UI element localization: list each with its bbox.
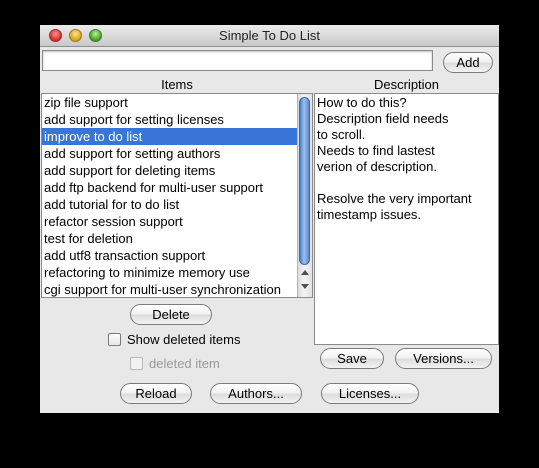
show-deleted-label: Show deleted items [127,332,241,347]
add-button[interactable]: Add [443,52,493,73]
scroll-down-arrow-icon[interactable] [301,284,309,289]
list-item[interactable]: add ftp backend for multi-user support [42,179,312,196]
deleted-item-label: deleted item [149,356,220,371]
title-bar[interactable]: Simple To Do List [40,25,499,47]
list-item[interactable]: add support for setting licenses [42,111,312,128]
list-item[interactable]: add support for setting authors [42,145,312,162]
list-item[interactable]: cgi support for multi-user synchronizati… [42,281,312,297]
list-item[interactable]: refactor session support [42,213,312,230]
licenses-button[interactable]: Licenses... [321,383,419,404]
scroll-up-arrow-icon[interactable] [301,270,309,275]
reload-button[interactable]: Reload [120,383,192,404]
list-item[interactable]: test for deletion [42,230,312,247]
window-title: Simple To Do List [219,28,320,43]
save-button[interactable]: Save [320,348,384,369]
new-item-input[interactable] [42,50,433,71]
list-item[interactable]: zip file support [42,94,312,111]
items-list-content: zip file support add support for setting … [42,94,312,297]
authors-button[interactable]: Authors... [210,383,302,404]
deleted-item-checkbox[interactable] [130,357,143,370]
items-header: Items [161,77,193,92]
items-list[interactable]: zip file support add support for setting … [41,93,313,298]
description-textarea[interactable]: How to do this? Description field needs … [314,93,499,345]
delete-button[interactable]: Delete [130,304,212,325]
description-header: Description [373,77,440,92]
list-item[interactable]: add tutorial for to do list [42,196,312,213]
list-item[interactable]: refactoring to minimize memory use [42,264,312,281]
items-scrollbar[interactable] [297,94,312,297]
scroll-thumb[interactable] [299,97,310,265]
list-item[interactable]: add utf8 transaction support [42,247,312,264]
versions-button[interactable]: Versions... [395,348,492,369]
list-item[interactable]: add support for deleting items [42,162,312,179]
app-window: Simple To Do List Add Items Description … [40,25,499,413]
show-deleted-checkbox[interactable] [108,333,121,346]
list-item[interactable]: improve to do list [42,128,312,145]
